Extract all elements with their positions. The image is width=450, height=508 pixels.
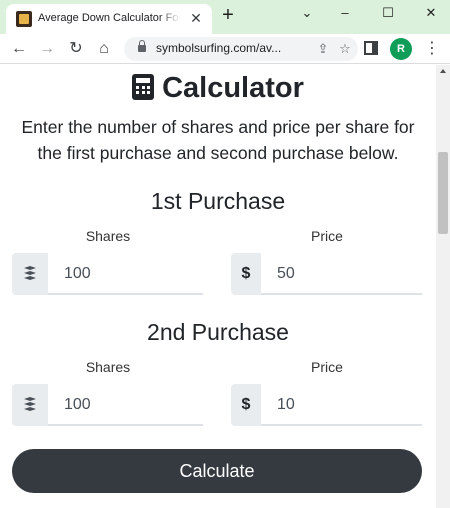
scroll-up-arrow-icon[interactable]: [440, 69, 446, 73]
maximize-button[interactable]: ☐: [373, 0, 403, 28]
browser-tab[interactable]: Average Down Calculator For ✕: [6, 4, 212, 34]
side-panel-icon[interactable]: [364, 41, 378, 55]
tab-title: Average Down Calculator For: [38, 12, 180, 24]
shares-addon: [12, 253, 48, 295]
second-price-group: $ 10: [231, 384, 422, 426]
back-button[interactable]: ←: [8, 38, 30, 60]
first-shares-group: 100: [12, 253, 203, 295]
forward-button[interactable]: →: [36, 38, 58, 60]
home-button[interactable]: ⌂: [93, 38, 115, 60]
shares-addon: [12, 384, 48, 426]
share-icon[interactable]: ⇪: [314, 40, 332, 58]
tab-close-icon[interactable]: ✕: [188, 10, 204, 26]
first-shares-label: Shares: [85, 228, 131, 244]
first-shares-input[interactable]: 100: [48, 253, 203, 295]
second-price-input[interactable]: 10: [261, 384, 422, 426]
reload-button[interactable]: ↻: [65, 38, 87, 60]
tab-strip: Average Down Calculator For ✕ + ⌄ – ☐ ✕: [0, 0, 450, 34]
page-title: Calculator: [0, 70, 436, 106]
page-title-text: Calculator: [162, 72, 304, 104]
second-shares-input[interactable]: 100: [48, 384, 203, 426]
url-text[interactable]: symbolsurfing.com/av...: [156, 41, 281, 55]
browser-toolbar: ← → ↻ ⌂ symbolsurfing.com/av... ⇪ ☆ R ⋮: [0, 34, 450, 64]
dollar-icon: $: [231, 384, 261, 426]
minimize-button[interactable]: –: [330, 0, 360, 28]
second-purchase-heading: 2nd Purchase: [147, 319, 289, 345]
tab-search-icon[interactable]: ⌄: [292, 0, 322, 28]
tab-favicon-icon: [16, 11, 32, 27]
second-shares-group: 100: [12, 384, 203, 426]
first-purchase-heading: 1st Purchase: [150, 188, 286, 214]
scrollbar[interactable]: [436, 65, 450, 508]
second-shares-label: Shares: [85, 359, 131, 375]
second-price-label: Price: [311, 359, 343, 375]
layers-icon: [23, 397, 37, 413]
close-window-button[interactable]: ✕: [416, 0, 446, 28]
first-price-group: $ 50: [231, 253, 422, 295]
layers-icon: [23, 266, 37, 282]
new-tab-button[interactable]: +: [218, 5, 238, 25]
lock-icon[interactable]: [138, 40, 146, 52]
first-price-input[interactable]: 50: [261, 253, 422, 295]
profile-avatar[interactable]: R: [390, 38, 412, 60]
kebab-menu-icon[interactable]: ⋮: [424, 38, 440, 60]
calculator-icon: [132, 74, 155, 100]
first-price-label: Price: [311, 228, 343, 244]
dollar-icon: $: [231, 253, 261, 295]
calculate-button[interactable]: Calculate: [12, 449, 422, 493]
scroll-thumb[interactable]: [438, 152, 448, 234]
instructions-text: Enter the number of shares and price per…: [21, 117, 415, 163]
star-icon[interactable]: ☆: [336, 40, 354, 58]
address-bar[interactable]: symbolsurfing.com/av... ⇪ ☆: [124, 37, 358, 61]
page-viewport: Calculator Enter the number of shares an…: [0, 65, 436, 508]
